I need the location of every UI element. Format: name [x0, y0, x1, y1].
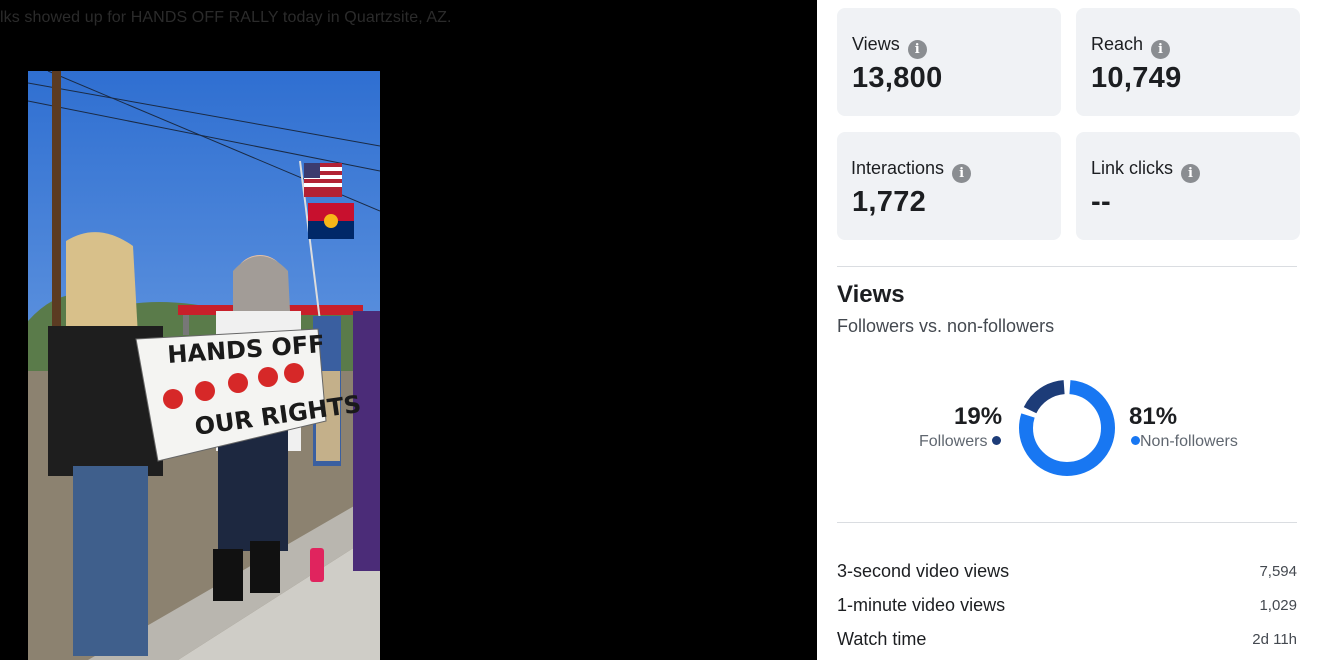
video-area: lks showed up for HANDS OFF RALLY today …	[0, 0, 817, 660]
reach-card-label-row: Reach i	[1091, 34, 1171, 59]
views-section-title: Views	[837, 281, 905, 308]
views-card-value: 13,800	[852, 62, 943, 94]
metric-label: Watch time	[837, 629, 927, 649]
link-clicks-card-value: --	[1091, 186, 1111, 218]
video-player[interactable]: HANDS OFF OUR RIGHTS	[28, 71, 380, 660]
info-icon[interactable]: i	[907, 40, 927, 59]
non-followers-legend-dot	[1131, 436, 1140, 445]
interactions-card-value: 1,772	[852, 186, 927, 218]
link-clicks-card: Link clicks i --	[1076, 132, 1300, 240]
followers-legend-label: Followers	[919, 433, 988, 450]
followers-donut-chart	[1019, 380, 1115, 476]
metric-value: 7,594	[1259, 563, 1297, 580]
metric-label: 1-minute video views	[837, 595, 1006, 615]
views-section-subtitle: Followers vs. non-followers	[837, 316, 1055, 336]
views-card-label: Views	[852, 34, 900, 54]
metric-label: 3-second video views	[837, 561, 1010, 581]
interactions-card: Interactions i 1,772	[837, 132, 1061, 240]
followers-legend-dot	[991, 436, 1001, 445]
interactions-card-label-row: Interactions i	[851, 158, 972, 183]
reach-card-value: 10,749	[1091, 62, 1182, 94]
reach-card-label: Reach	[1091, 34, 1144, 54]
link-clicks-card-label: Link clicks	[1091, 158, 1174, 178]
video-frame-image: HANDS OFF OUR RIGHTS	[28, 71, 380, 660]
non-followers-legend: Non-followers	[1131, 433, 1238, 451]
metric-value: 2d 11h	[1252, 631, 1297, 648]
metric-row-1m-views: 1-minute video views 1,029	[837, 595, 1297, 619]
interactions-card-label: Interactions	[851, 158, 945, 178]
followers-percent: 19%	[954, 403, 1003, 430]
section-divider	[837, 266, 1297, 267]
non-followers-legend-label: Non-followers	[1140, 433, 1238, 450]
metric-row-watch-time: Watch time 2d 11h	[837, 629, 1297, 653]
metric-row-3s-views: 3-second video views 7,594	[837, 561, 1297, 585]
followers-legend: Followers	[919, 433, 1001, 451]
post-caption: lks showed up for HANDS OFF RALLY today …	[0, 9, 452, 26]
info-icon[interactable]: i	[1181, 164, 1201, 183]
views-card-label-row: Views i	[852, 34, 927, 59]
metrics-divider	[837, 522, 1297, 523]
insights-panel: Views i 13,800 Reach i 10,749 Interactions…	[817, 0, 1327, 660]
link-clicks-card-label-row: Link clicks i	[1091, 158, 1201, 183]
views-card: Views i 13,800	[837, 8, 1061, 116]
non-followers-percent: 81%	[1129, 403, 1178, 430]
reach-card: Reach i 10,749	[1076, 8, 1300, 116]
info-icon[interactable]: i	[1151, 40, 1171, 59]
metric-value: 1,029	[1259, 597, 1297, 614]
info-icon[interactable]: i	[952, 164, 972, 183]
